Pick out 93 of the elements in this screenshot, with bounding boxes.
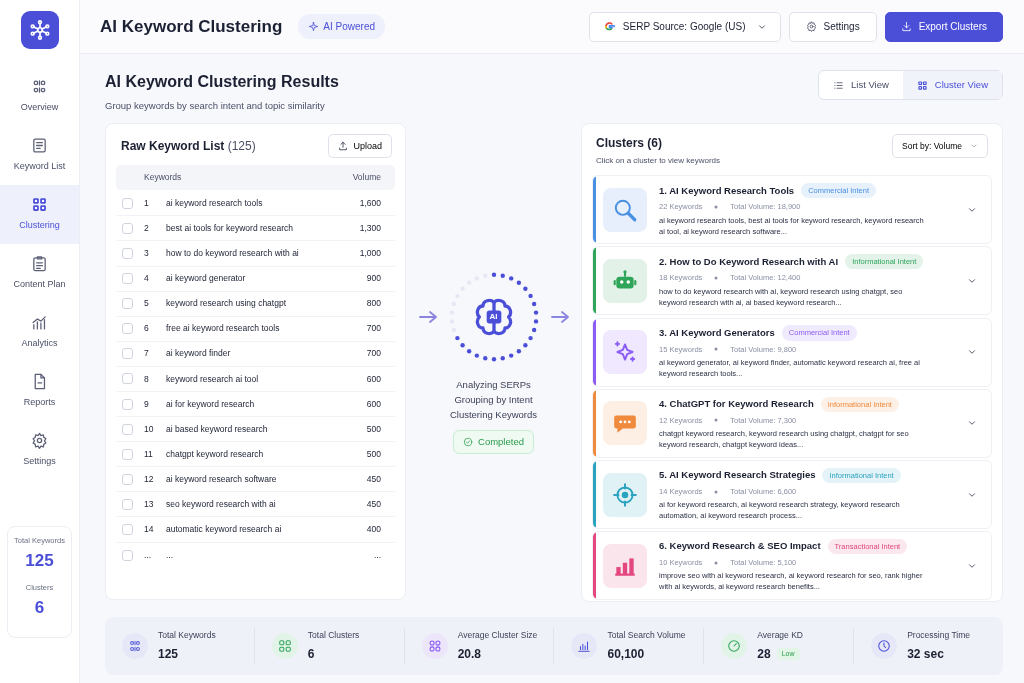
ai-badge: AI Powered [298,14,385,39]
volume-cell-text: 400 [365,523,381,536]
stat-label: Average KD [757,629,803,643]
view-tab[interactable]: Cluster View [902,71,1002,99]
stat-label: Total Clusters [307,629,360,643]
keyword-cell-text: keyword research ai tool [166,372,260,386]
volume-cell-text: 700 [365,322,381,336]
sidebar-item[interactable]: Clustering [0,185,79,244]
column-header: Volume [351,171,381,185]
cluster-title: 2. How to Do Keyword Research with AI [659,254,839,269]
stat-value: 20.8 [457,646,481,664]
row-number: 5 [144,297,150,311]
keyword-cell-text: chatgpt keyword research [166,447,265,461]
settings-button[interactable]: Settings [788,11,877,42]
stat-label: Processing Time [907,629,970,643]
export-button[interactable]: Export Clusters [884,11,1003,42]
page-title: AI Keyword Clustering [100,15,283,38]
row-number: ... [144,548,153,562]
stat-label: Average Cluster Size [457,629,538,643]
column-header: Keywords [144,171,183,185]
sidebar-item[interactable]: Reports [0,362,79,421]
status-badge: Completed [453,430,534,455]
volume-cell-text: 800 [365,297,381,311]
volume-cell-text: 450 [365,472,381,486]
row-number: 10 [144,422,155,436]
keyword-cell-text: seo keyword research with ai [166,498,277,511]
stat-value: 6 [307,646,315,664]
row-number: 1 [144,196,150,210]
volume-cell-text: 600 [365,372,381,386]
cluster-title: 5. AI Keyword Research Strategies [659,468,816,483]
keyword-cell-text: ai keyword finder [166,347,232,361]
chip-label: AI [489,311,498,324]
sidebar-item[interactable]: Overview [0,67,79,126]
status-text: Grouping by Intent [453,393,534,408]
status-text: Analyzing SERPs [455,378,532,393]
keyword-cell-text: free ai keyword research tools [166,322,281,336]
sort-dropdown[interactable]: Sort by: Volume [892,134,988,159]
card-subtitle: Click on a cluster to view keywords [596,155,721,168]
keyword-cell-text: ai keyword generator [166,272,247,285]
row-number: 11 [144,447,154,461]
volume-cell-text: 900 [365,272,381,285]
keyword-cell-text: how to do keyword research with ai [166,247,300,260]
volume-cell-text: 1,000 [358,247,381,260]
row-number: 2 [144,222,150,235]
sidebar-item[interactable]: Analytics [0,303,79,362]
row-number: 4 [144,272,150,285]
volume-cell-text: 500 [365,447,381,461]
row-number: 8 [144,372,150,386]
summary-value: 6 [33,597,46,619]
cluster-title: 1. AI Keyword Research Tools [659,183,795,198]
row-number: 3 [144,247,150,260]
cluster-title: 4. ChatGPT for Keyword Research [659,397,814,412]
keyword-cell-text: ... [166,548,175,562]
row-number: 13 [144,498,155,511]
volume-cell-text: 500 [365,422,381,436]
section-title: AI Keyword Clustering Results [105,72,339,92]
volume-cell-text: ... [372,548,381,562]
row-number: 7 [144,347,150,361]
volume-cell-text: 700 [365,347,381,361]
stat-value: 32 sec [907,646,944,664]
row-number: 14 [144,523,155,536]
volume-cell-text: 450 [365,498,381,511]
source-dropdown[interactable]: SERP Source: Google (US) [588,11,781,42]
stat-value: 60,100 [607,646,645,664]
keyword-cell-text: ai keyword research software [166,472,278,486]
volume-cell-text: 1,600 [358,196,381,210]
card-title: Raw Keyword List (125) [121,138,256,156]
cluster-title: 6. Keyword Research & SEO Impact [659,539,821,554]
upload-button[interactable]: Upload [328,134,392,159]
section-subtitle: Group keywords by search intent and topic similarity [105,99,326,113]
row-number: 6 [144,322,150,336]
status-text: Clustering Keywords [449,408,538,423]
keyword-cell-text: automatic keyword research ai [166,523,283,536]
summary-value: 125 [24,550,55,573]
card-title: Clusters (6) [596,135,664,153]
sidebar-item[interactable]: Keyword List [0,126,79,185]
sidebar-item[interactable]: Settings [0,421,79,480]
stat-label: Total Search Volume [607,629,686,643]
view-tab[interactable]: List View [819,71,903,99]
stat-value: 28 [757,646,771,664]
sidebar-item[interactable]: Content Plan [0,244,79,303]
row-number: 9 [144,397,150,411]
keyword-cell-text: keyword research using chatgpt [166,297,287,311]
volume-cell-text: 1,300 [358,222,381,235]
keyword-cell-text: ai based keyword research [166,422,269,436]
stat-value: 125 [158,646,179,664]
keyword-cell-text: best ai tools for keyword research [166,222,295,235]
volume-cell-text: 600 [365,397,381,411]
keyword-cell-text: ai keyword research tools [166,196,264,210]
stat-label: Total Keywords [158,629,216,643]
keyword-cell-text: ai for keyword research [166,397,256,411]
cluster-title: 3. AI Keyword Generators [659,325,775,340]
row-number: 12 [144,472,155,486]
